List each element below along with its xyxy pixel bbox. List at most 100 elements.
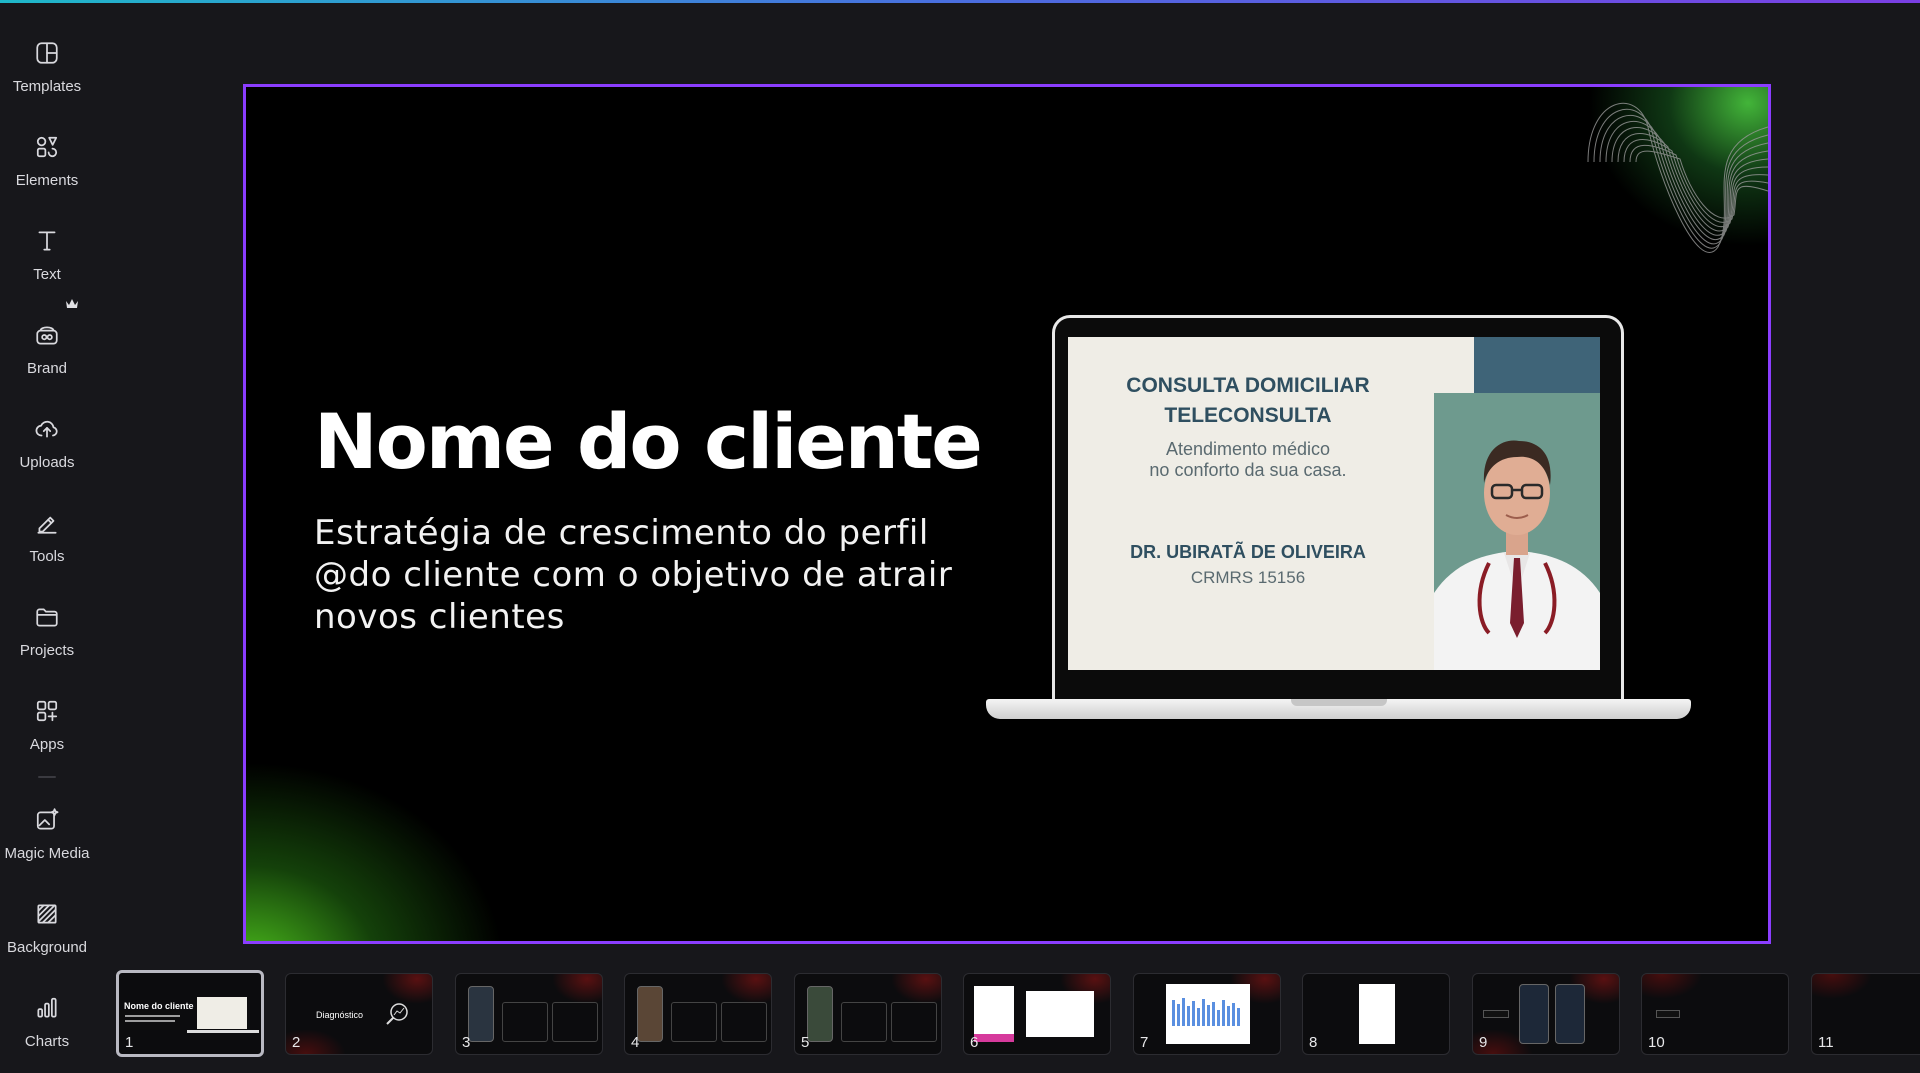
premium-crown-icon [65, 297, 79, 309]
thumbnail-laptop [197, 997, 247, 1029]
laptop-screen: CONSULTA DOMICILIAR TELECONSULTA Atendim… [1068, 337, 1600, 670]
sidebar-item-background[interactable]: Background [0, 891, 94, 977]
sidebar-label: Background [6, 939, 88, 956]
thumbnail-bars [1172, 998, 1240, 1026]
thumbnail-card [671, 1002, 717, 1042]
sidebar-item-tools[interactable]: Tools [0, 500, 94, 586]
thumbnail-title: Diagnóstico [316, 1010, 364, 1020]
charts-icon [32, 993, 62, 1023]
laptop-notch [1291, 699, 1387, 706]
elements-icon [32, 132, 62, 162]
thumbnail-red-glow [382, 974, 432, 1004]
doctor-photo [1434, 393, 1600, 670]
page-thumbnail-7[interactable]: 7 [1133, 973, 1281, 1055]
screen-heading-line2: TELECONSULTA [1164, 404, 1332, 427]
uploads-icon [32, 414, 62, 444]
screen-doctor-id: CRMRS 15156 [1190, 568, 1306, 587]
thumbnail-number: 8 [1309, 1034, 1318, 1051]
thumbnail-phone [468, 986, 494, 1042]
screen-tagline: Atendimento médico no conforto da sua ca… [1088, 439, 1408, 481]
thumbnail-card [891, 1002, 937, 1042]
templates-icon [32, 38, 62, 68]
sidebar-label: Charts [24, 1033, 70, 1050]
background-icon [32, 899, 62, 929]
thumbnail-number: 5 [801, 1034, 810, 1051]
thumbnail-number: 2 [292, 1034, 301, 1051]
thumbnail-red-glow [552, 974, 602, 1004]
thumbnail-card [552, 1002, 598, 1042]
sidebar-label: Elements [15, 172, 79, 189]
sidebar-item-apps[interactable]: Apps [0, 688, 94, 774]
page-thumbnail-1[interactable]: Nome do cliente 1 [116, 970, 264, 1057]
magic-media-icon [32, 805, 62, 835]
thumbnail-number: 3 [462, 1034, 471, 1051]
slide-subtitle[interactable]: Estratégia de crescimento do perfil @do … [314, 512, 1014, 638]
thumbnail-red-glow [721, 974, 771, 1004]
sidebar-item-charts[interactable]: Charts [0, 985, 94, 1071]
thumbnail-number: 11 [1818, 1034, 1834, 1051]
sidebar-label: Brand [26, 360, 68, 377]
thumbnail-subtitle-line [125, 1020, 175, 1022]
slide-canvas[interactable]: Nome do cliente Estratégia de cresciment… [243, 84, 1771, 944]
thumbnail-number: 1 [125, 1034, 134, 1051]
screen-heading-line1: CONSULTA DOMICILIAR [1126, 374, 1370, 397]
sidebar-label: Magic Media [4, 845, 90, 862]
page-thumbnail-10[interactable]: 10 [1641, 973, 1789, 1055]
magnifier-chart-icon [386, 1003, 408, 1025]
page-thumbnail-6[interactable]: 6 [963, 973, 1111, 1055]
thumbnail-number: 10 [1648, 1034, 1665, 1051]
screen-doctor-name: DR. UBIRATÃ DE OLIVEIRA [1130, 542, 1366, 562]
text-icon [32, 226, 62, 256]
thumbnail-number: 7 [1140, 1034, 1149, 1051]
brand-icon [32, 320, 62, 350]
thumbnail-title: Nome do cliente [124, 1001, 194, 1011]
sidebar-label: Uploads [19, 454, 75, 471]
thumbnail-phone [637, 986, 663, 1042]
wave-lines-decoration [1587, 102, 1768, 253]
thumbnail-phone [1555, 984, 1585, 1044]
page-thumbnail-5[interactable]: 5 [794, 973, 942, 1055]
thumbnail-red-glow [1812, 974, 1872, 999]
sidebar-item-uploads[interactable]: Uploads [0, 406, 94, 492]
thumbnail-pink-bar [974, 1034, 1014, 1042]
thumbnail-number: 4 [631, 1034, 640, 1051]
sidebar-item-magic-media[interactable]: Magic Media [0, 797, 94, 883]
sidebar-item-templates[interactable]: Templates [0, 30, 94, 116]
sidebar-item-projects[interactable]: Projects [0, 594, 94, 680]
page-thumbnail-9[interactable]: 9 [1472, 973, 1620, 1055]
green-glow-bottom-left [246, 761, 506, 941]
thumbnail-chart-card [1026, 991, 1094, 1037]
page-thumbnail-4[interactable]: 4 [624, 973, 772, 1055]
thumbnail-phone [1519, 984, 1549, 1044]
projects-icon [32, 602, 62, 632]
thumbnail-document [1359, 984, 1395, 1044]
thumbnail-card [721, 1002, 767, 1042]
page-thumbnail-8[interactable]: 8 [1302, 973, 1450, 1055]
thumbnail-red-glow [891, 974, 941, 1004]
thumbnail-number: 6 [970, 1034, 979, 1051]
thumbnail-label [1483, 1010, 1509, 1018]
sidebar-item-elements[interactable]: Elements [0, 124, 94, 210]
page-thumbnail-11[interactable]: 11 [1811, 973, 1920, 1055]
thumbnail-phone [807, 986, 833, 1042]
sidebar-label: Tools [29, 548, 65, 565]
apps-icon [32, 696, 62, 726]
sidebar-label: Templates [12, 78, 82, 95]
thumbnail-label [1656, 1010, 1680, 1018]
screen-heading: CONSULTA DOMICILIAR TELECONSULTA [1088, 371, 1408, 431]
sidebar-item-text[interactable]: Text [0, 218, 94, 304]
sidebar-label: Apps [29, 736, 65, 753]
thumbnail-card [841, 1002, 887, 1042]
page-thumbnail-2[interactable]: Diagnóstico 2 [285, 973, 433, 1055]
top-accent-line [0, 0, 1920, 3]
thumbnail-number: 9 [1479, 1034, 1488, 1051]
sidebar-item-brand[interactable]: Brand [0, 312, 94, 398]
laptop-mockup[interactable]: CONSULTA DOMICILIAR TELECONSULTA Atendim… [986, 315, 1691, 725]
thumbnail-subtitle-line [125, 1015, 180, 1017]
slide-title[interactable]: Nome do cliente [314, 397, 983, 486]
thumbnail-card [502, 1002, 548, 1042]
tools-icon [32, 508, 62, 538]
screen-blue-block [1474, 337, 1600, 393]
page-thumbnail-3[interactable]: 3 [455, 973, 603, 1055]
thumbnail-red-glow [1642, 974, 1702, 999]
